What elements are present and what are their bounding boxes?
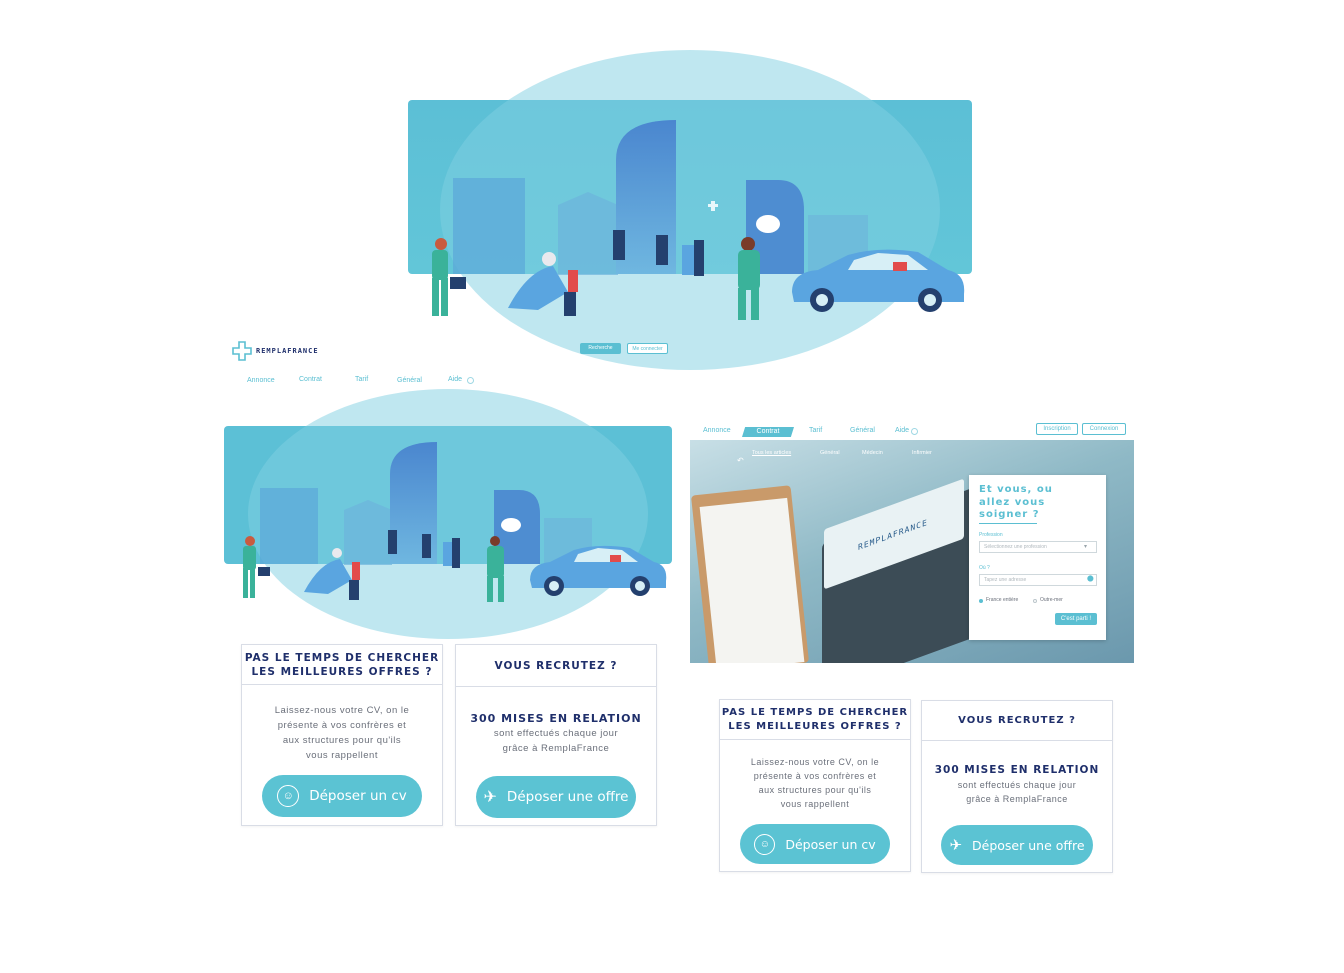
- address-input[interactable]: Tapez une adresse: [979, 574, 1097, 586]
- outremer-radio[interactable]: [1033, 599, 1037, 603]
- tab-general[interactable]: Général: [850, 427, 875, 434]
- france-option-label: France entière: [986, 597, 1019, 603]
- subnav-general[interactable]: Général: [820, 450, 840, 456]
- recruit-card-header: VOUS RECRUTEZ ?: [456, 645, 656, 687]
- chevron-down-icon[interactable]: ▾: [1084, 543, 1087, 550]
- nav-contrat[interactable]: Contrat: [299, 376, 322, 383]
- cv-card-text-4: vous rappellent: [306, 750, 378, 761]
- search-title-line-1: Et vous, ou: [979, 484, 1053, 495]
- cv-card-left: PAS LE TEMPS DE CHERCHER LES MEILLEURES …: [241, 644, 443, 826]
- recruit-card-title: VOUS RECRUTEZ ?: [494, 659, 618, 672]
- paper-plane-icon: ✈: [949, 837, 963, 854]
- connexion-button[interactable]: Connexion: [1082, 423, 1126, 435]
- recruit-card-right-header: VOUS RECRUTEZ ?: [922, 701, 1112, 741]
- cv-card-right-text-4: vous rappellent: [780, 799, 850, 809]
- paper-image: [699, 497, 805, 663]
- tab-tarif[interactable]: Tarif: [809, 427, 822, 434]
- signup-button[interactable]: Inscription: [1036, 423, 1078, 435]
- recruit-card-left: VOUS RECRUTEZ ? 300 MISES EN RELATION so…: [455, 644, 657, 826]
- login-button[interactable]: Me connecter: [627, 343, 668, 354]
- deposit-cv-label-right: Déposer un cv: [785, 836, 876, 852]
- city-scene-svg: [408, 50, 972, 370]
- brand-logo[interactable]: REMPLAFRANCE: [232, 341, 319, 361]
- france-radio[interactable]: [979, 599, 983, 603]
- city-scene-small-svg: [224, 389, 672, 639]
- subnav-infirmier[interactable]: Infirmier: [912, 450, 932, 456]
- tab-annonce[interactable]: Annonce: [703, 427, 731, 434]
- tab-aide[interactable]: Aide: [895, 427, 909, 434]
- deposit-offer-button[interactable]: ✈ Déposer une offre: [476, 776, 636, 818]
- nav-general[interactable]: Général: [397, 377, 422, 384]
- brand-name: REMPLAFRANCE: [256, 347, 319, 355]
- help-icon-2[interactable]: [911, 428, 918, 435]
- where-label: Où ?: [979, 565, 990, 571]
- cv-card-text-1: Laissez-nous votre CV, on le: [274, 705, 410, 716]
- user-icon: ☺: [754, 833, 776, 855]
- recruit-card-right-title: VOUS RECRUTEZ ?: [958, 715, 1076, 726]
- cv-card-right-text-2: présente à vos confrères et: [753, 771, 877, 781]
- help-icon[interactable]: [467, 377, 474, 384]
- cv-card-title-line-2: LES MEILLEURES OFFRES ?: [251, 665, 433, 678]
- deposit-offer-label: Déposer une offre: [506, 789, 629, 805]
- recruit-card-right-text-2: grâce à RemplaFrance: [966, 794, 1068, 804]
- recruit-card-text-2: grâce à RemplaFrance: [502, 743, 610, 754]
- cv-card-text-3: aux structures pour qu'ils: [282, 735, 402, 746]
- back-arrow-icon[interactable]: ↶: [737, 456, 744, 465]
- nav-tarif[interactable]: Tarif: [355, 376, 368, 383]
- cv-card-right-header: PAS LE TEMPS DE CHERCHER LES MEILLEURES …: [720, 700, 910, 740]
- tab-contrat[interactable]: Contrat: [742, 427, 794, 437]
- deposit-cv-button-right[interactable]: ☺ Déposer un cv: [740, 824, 890, 864]
- recruit-card-right: VOUS RECRUTEZ ? 300 MISES EN RELATION so…: [921, 700, 1113, 873]
- profession-label: Profession: [979, 532, 1003, 538]
- deposit-cv-label: Déposer un cv: [309, 788, 407, 804]
- subnav-all-articles[interactable]: Tous les articles: [752, 450, 791, 456]
- deposit-cv-button[interactable]: ☺ Déposer un cv: [262, 775, 422, 817]
- nav-annonce[interactable]: Annonce: [247, 377, 275, 384]
- relations-count: 300 MISES EN RELATION: [470, 712, 642, 725]
- paper-plane-icon: ✈: [483, 789, 497, 806]
- search-title-line-2: allez vous: [979, 496, 1046, 508]
- profession-select[interactable]: Sélectionnez une profession: [979, 541, 1097, 553]
- laptop-brand-text: REMPLAFRANCE: [858, 517, 928, 553]
- outremer-option-label: Outre-mer: [1040, 597, 1063, 603]
- relations-count-right: 300 MISES EN RELATION: [934, 764, 1100, 776]
- cv-card-right-text-1: Laissez-nous votre CV, on le: [750, 757, 880, 767]
- search-title-line-3: soigner ?: [979, 509, 1040, 520]
- cv-card-right-text-3: aux structures pour qu'ils: [758, 785, 872, 795]
- search-button[interactable]: Recherche: [580, 343, 621, 354]
- hero-photo: REMPLAFRANCE ↶ Tous les articles Général…: [690, 440, 1134, 663]
- nav-aide[interactable]: Aide: [448, 376, 462, 383]
- deposit-offer-button-right[interactable]: ✈ Déposer une offre: [941, 825, 1093, 865]
- cv-card-right: PAS LE TEMPS DE CHERCHER LES MEILLEURES …: [719, 699, 911, 872]
- hero-illustration-large: [408, 50, 972, 370]
- user-icon: ☺: [277, 785, 300, 807]
- cv-card-right-title-line-2: LES MEILLEURES OFFRES ?: [728, 720, 902, 732]
- deposit-offer-label-right: Déposer une offre: [972, 837, 1085, 853]
- cross-logo-icon: [232, 341, 252, 361]
- recruit-card-text-1: sont effectués chaque jour: [493, 728, 619, 739]
- cv-card-header: PAS LE TEMPS DE CHERCHER LES MEILLEURES …: [242, 645, 442, 685]
- cv-card-right-title-line-1: PAS LE TEMPS DE CHERCHER: [721, 707, 909, 718]
- hero-illustration-small: [224, 389, 672, 639]
- cv-card-title-line-1: PAS LE TEMPS DE CHERCHER: [244, 651, 440, 664]
- cv-card-text-2: présente à vos confrères et: [277, 720, 407, 731]
- search-panel: Et vous, ou allez vous soigner ? Profess…: [969, 475, 1106, 640]
- submit-search-button[interactable]: C'est parti !: [1055, 613, 1097, 625]
- recruit-card-right-text-1: sont effectués chaque jour: [957, 780, 1077, 790]
- search-title-underline: [979, 523, 1037, 524]
- subnav-medecin[interactable]: Médecin: [862, 450, 883, 456]
- location-pin-icon[interactable]: ⬤: [1087, 575, 1094, 582]
